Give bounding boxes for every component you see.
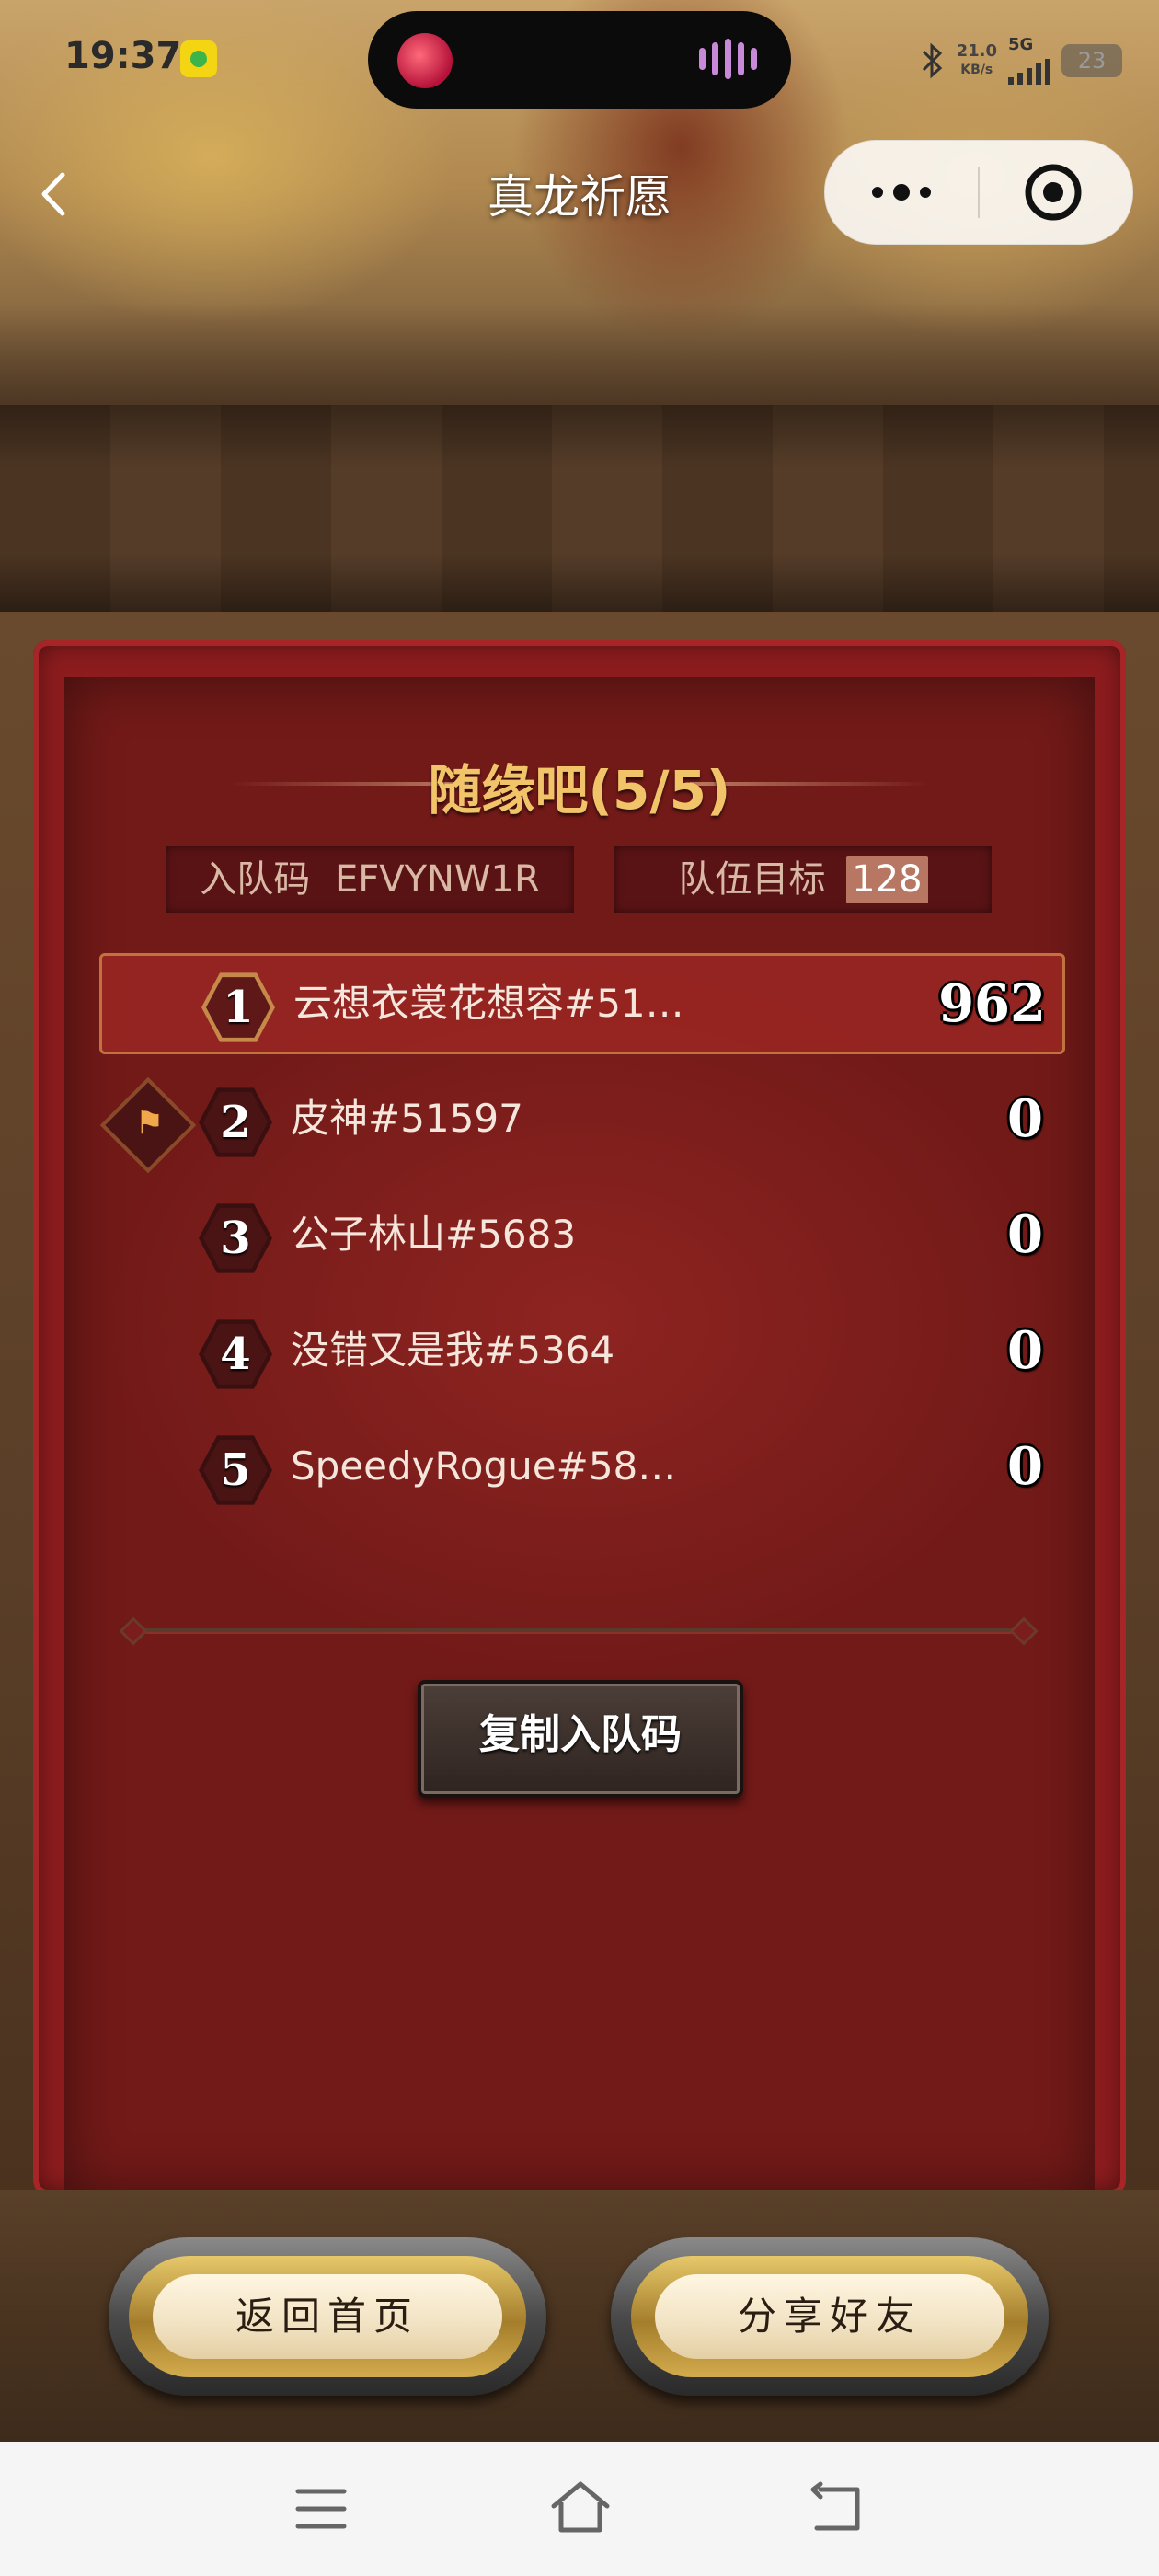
member-name: 公子林山#5683	[291, 1212, 577, 1257]
share-friends-button-label: 分享好友	[655, 2274, 1004, 2359]
rank-badge: 2	[199, 1087, 272, 1157]
more-dots-icon	[872, 184, 931, 201]
member-score: 962	[938, 973, 1046, 1034]
member-score: 0	[1007, 1088, 1043, 1149]
back-icon[interactable]	[808, 2480, 866, 2536]
status-indicators: 21.0 KB/s 5G 23	[918, 37, 1122, 85]
rank-badge: 3	[199, 1203, 272, 1273]
audio-wave-icon	[699, 0, 763, 120]
member-name: SpeedyRogue#58…	[291, 1443, 677, 1489]
member-row-2: 2 皮神#51597 0	[99, 1071, 1060, 1167]
bluetooth-icon	[922, 42, 942, 79]
return-home-button[interactable]: 返回首页	[109, 2237, 546, 2396]
music-avatar-icon	[397, 33, 453, 88]
member-score: 0	[1007, 1204, 1043, 1265]
member-row-5: 5 SpeedyRogue#58… 0	[99, 1419, 1060, 1514]
system-nav-bar	[0, 2442, 1159, 2576]
invite-code-value: EFVYNW1R	[334, 858, 540, 901]
member-row-3: 3 公子林山#5683 0	[99, 1187, 1060, 1282]
rank-badge: 1	[201, 972, 275, 1042]
return-home-button-label: 返回首页	[153, 2274, 502, 2359]
more-button[interactable]	[825, 141, 978, 244]
menu-icon[interactable]	[293, 2482, 350, 2536]
close-target-icon	[1025, 164, 1082, 221]
home-icon[interactable]	[548, 2478, 613, 2537]
net-speed: 21.0 KB/s	[956, 41, 997, 78]
mini-program-capsule	[824, 140, 1133, 245]
team-title: 随缘吧(5/5)	[428, 759, 731, 822]
member-row-1: 1 云想衣裳花想容#51… 962	[99, 953, 1065, 1054]
member-score: 0	[1007, 1436, 1043, 1497]
member-name: 皮神#51597	[291, 1096, 523, 1141]
team-goal-value: 128	[846, 856, 928, 903]
battery-indicator: 23	[1061, 44, 1122, 77]
team-goal-label: 队伍目标	[678, 858, 826, 901]
share-friends-button-rim: 分享好友	[631, 2256, 1028, 2377]
rank-badge: 4	[199, 1319, 272, 1389]
copy-invite-code-button[interactable]: 复制入队码	[418, 1680, 743, 1798]
member-name: 没错又是我#5364	[291, 1328, 615, 1373]
member-row-4: 4 没错又是我#5364 0	[99, 1303, 1060, 1398]
return-home-button-rim: 返回首页	[129, 2256, 526, 2377]
close-button[interactable]	[980, 141, 1132, 244]
board-header-wood	[0, 405, 1159, 616]
signal-icon: 5G	[1008, 37, 1050, 85]
invite-code-box: 入队码 EFVYNW1R	[166, 846, 574, 913]
rank-badge: 5	[199, 1435, 272, 1505]
member-name: 云想衣裳花想容#51…	[293, 981, 684, 1026]
section-divider	[129, 1628, 1030, 1632]
team-goal-box: 队伍目标 128	[614, 846, 992, 913]
share-friends-button[interactable]: 分享好友	[611, 2237, 1049, 2396]
notification-app-icon	[180, 40, 217, 77]
invite-code-label: 入队码	[200, 858, 311, 901]
member-score: 0	[1007, 1320, 1043, 1381]
status-time: 19:37	[64, 35, 182, 77]
